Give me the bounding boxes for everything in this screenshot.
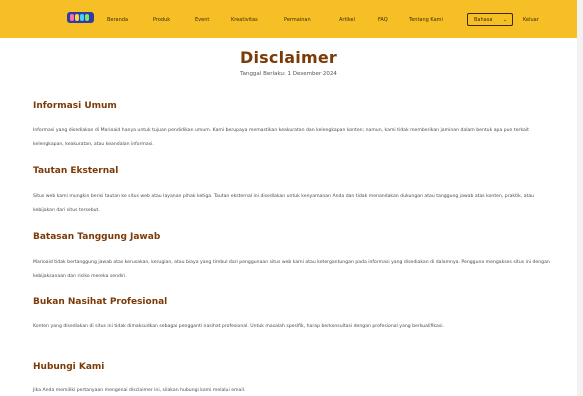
language-dropdown[interactable]: Bahasa ⌄ — [467, 13, 513, 26]
nav-artikel[interactable]: Artikel — [339, 17, 355, 23]
section-text-informasi-umum: Informasi yang disediakan di Marioaid ha… — [33, 128, 529, 147]
navbar: Beranda Produk Event Kreativitas Permain… — [0, 0, 577, 38]
section-heading-informasi-umum: Informasi Umum — [33, 101, 117, 111]
section-heading-bukan-nasihat-profesional: Bukan Nasihat Profesional — [33, 297, 168, 307]
language-label: Bahasa — [474, 17, 493, 23]
nav-beranda[interactable]: Beranda — [107, 17, 128, 23]
section-heading-tautan-eksternal: Tautan Eksternal — [33, 166, 119, 176]
chevron-down-icon: ⌄ — [503, 17, 508, 23]
effective-date: Tanggal Berlaku: 1 Desember 2024 — [240, 71, 337, 77]
section-heading-hubungi-kami: Hubungi Kami — [33, 362, 105, 372]
page-title: Disclaimer — [240, 48, 337, 67]
logout-link[interactable]: Keluar — [523, 17, 539, 23]
section-heading-batasan-tanggung-jawab: Batasan Tanggung Jawab — [33, 232, 161, 242]
nav-tentang-kami[interactable]: Tentang Kami — [409, 17, 443, 23]
nav-faq[interactable]: FAQ — [378, 17, 388, 23]
nav-produk[interactable]: Produk — [153, 17, 170, 23]
section-text-hubungi-kami: Jika Anda memiliki pertanyaan mengenai d… — [33, 388, 246, 393]
nav-kreativitas[interactable]: Kreativitas — [231, 17, 258, 23]
section-text-bukan-nasihat-profesional: Konten yang disediakan di situs ini tida… — [33, 324, 444, 329]
section-text-batasan-tanggung-jawab: Marioaid tidak bertanggung jawab atas ke… — [33, 260, 550, 279]
nav-permainan[interactable]: Permainan — [284, 17, 311, 23]
nav-event[interactable]: Event — [195, 17, 209, 23]
page: Beranda Produk Event Kreativitas Permain… — [0, 0, 577, 396]
section-text-tautan-eksternal: Situs web kami mungkin berisi tautan ke … — [33, 194, 535, 213]
logo[interactable] — [67, 12, 94, 23]
